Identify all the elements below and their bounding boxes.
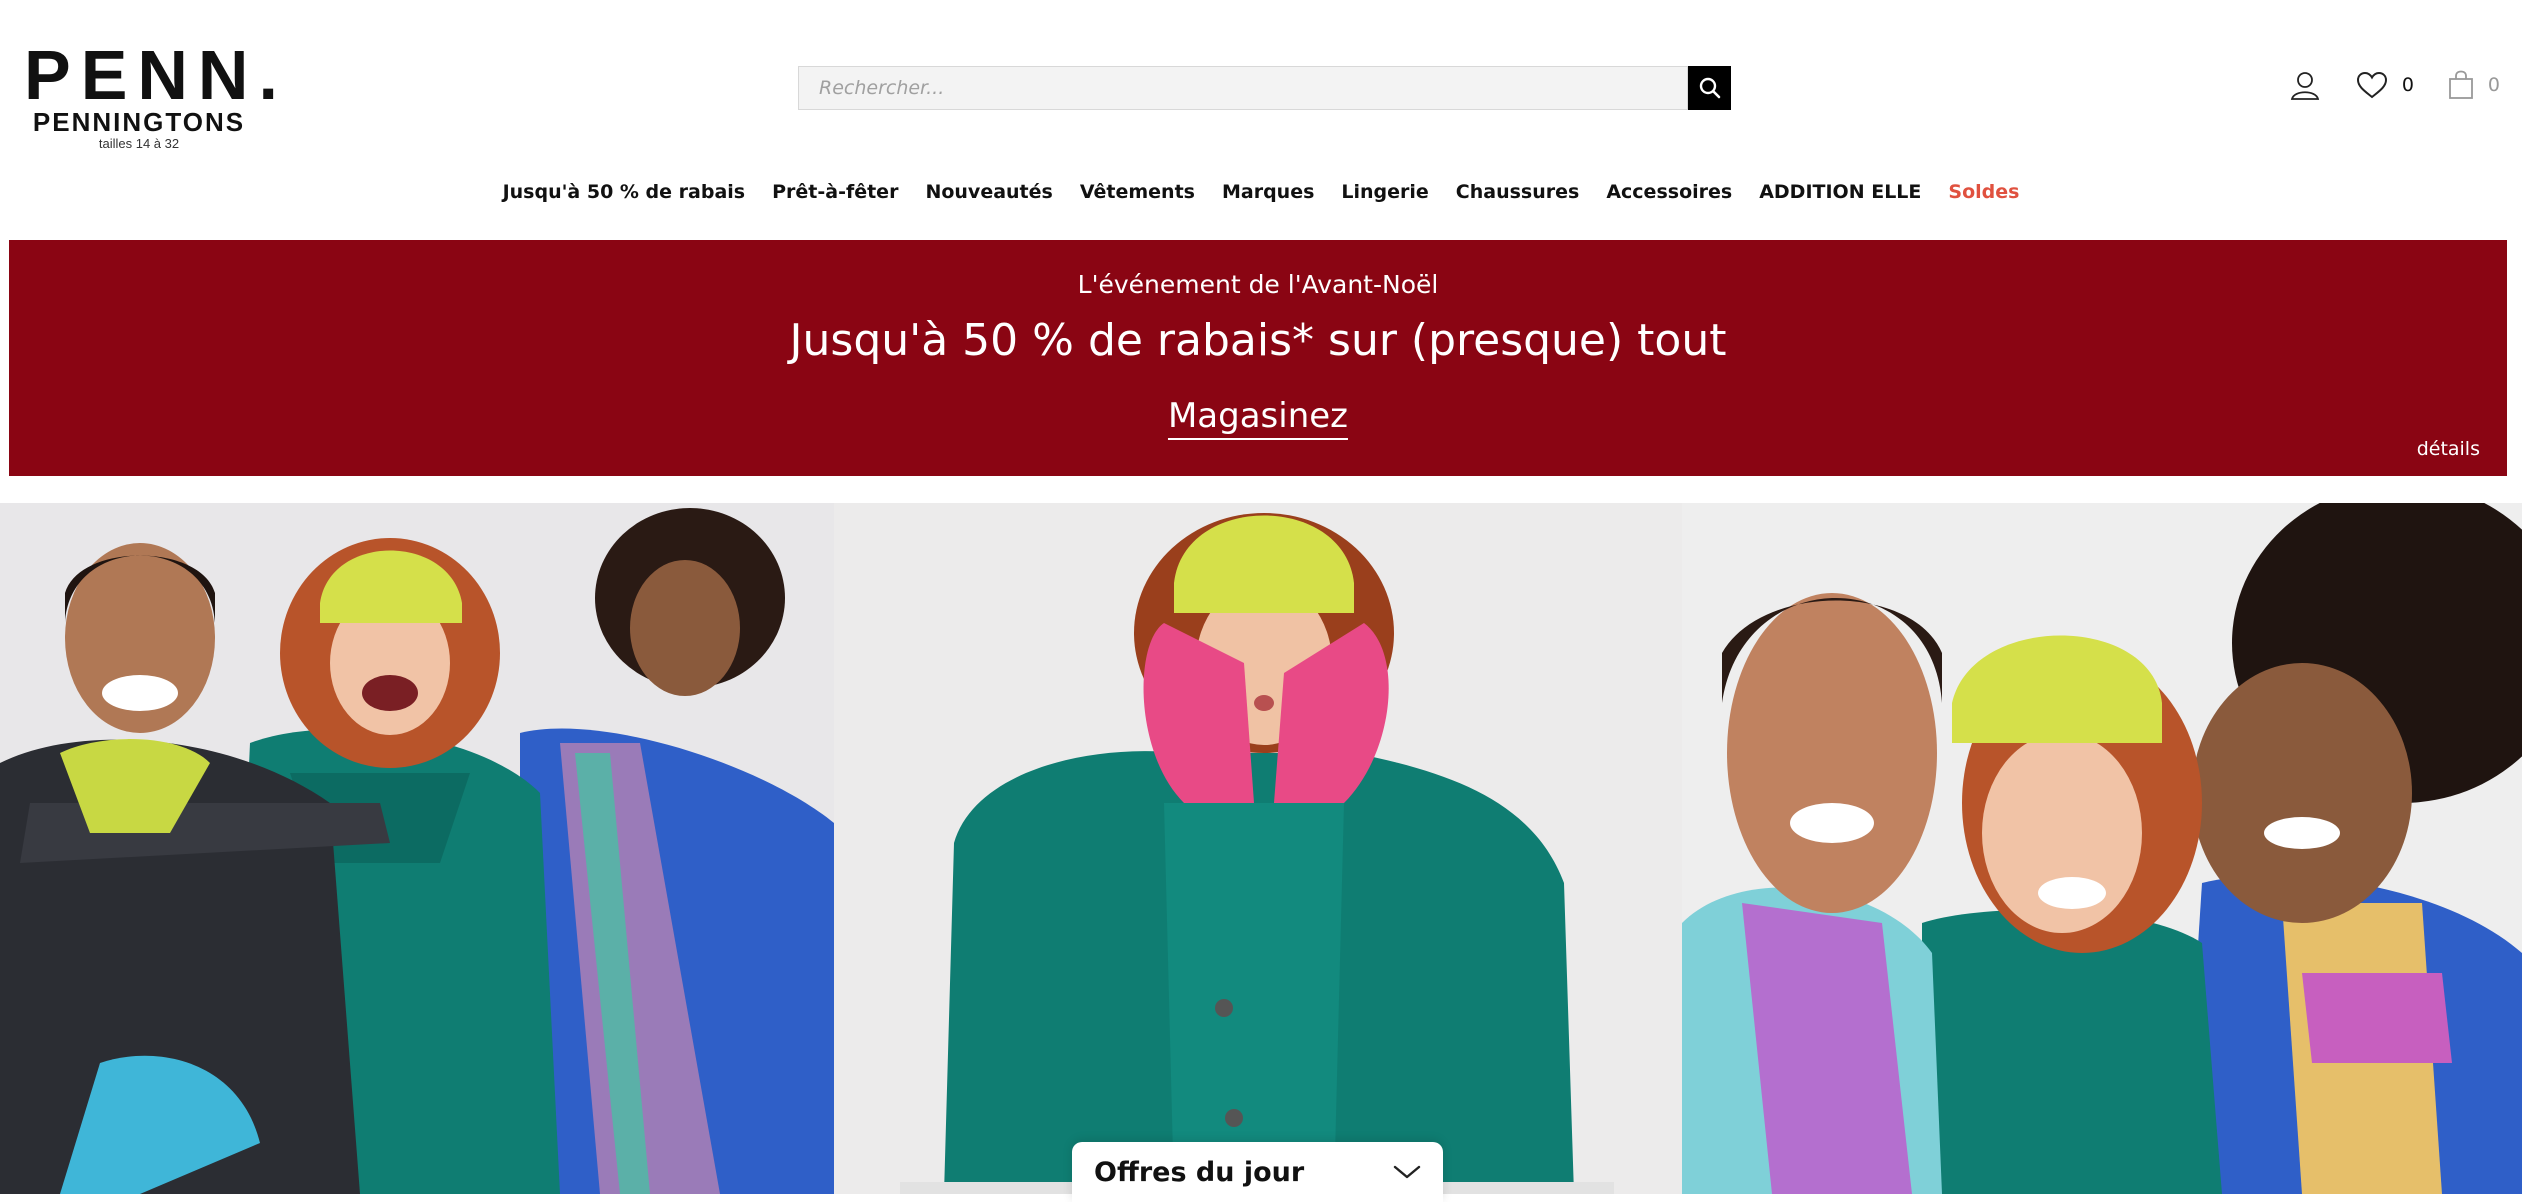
hero-image-laughing-friends[interactable]: [1682, 503, 2522, 1194]
search-input[interactable]: [798, 66, 1688, 110]
account-icon: [2290, 72, 2319, 100]
nav-item-shoes[interactable]: Chaussures: [1442, 181, 1593, 203]
shop-now-link[interactable]: Magasinez: [1167, 396, 1349, 440]
hero-image-group-friends[interactable]: [0, 503, 834, 1194]
hero-photo-right: [1682, 503, 2522, 1194]
details-link[interactable]: détails: [2417, 438, 2480, 460]
wishlist-count: 0: [2401, 74, 2414, 96]
wishlist-button[interactable]: 0: [2356, 71, 2414, 99]
daily-offers-tab[interactable]: Offres du jour: [1072, 1142, 1443, 1202]
cart-button[interactable]: 0: [2448, 70, 2500, 100]
logo-wordmark: PENN.: [24, 36, 288, 114]
banner-headline: Jusqu'à 50 % de rabais* sur (presque) to…: [789, 315, 1727, 366]
search-bar: [798, 66, 1731, 112]
chevron-down-icon: [1393, 1165, 1421, 1179]
nav-item-party-ready[interactable]: Prêt-à-fêter: [759, 181, 912, 203]
nav-item-clothing[interactable]: Vêtements: [1066, 181, 1208, 203]
logo-brand-name: PENNINGTONS: [32, 107, 246, 137]
hero-image-winter-puffer[interactable]: [834, 503, 1682, 1194]
nav-item-up-to-50-off[interactable]: Jusqu'à 50 % de rabais: [489, 181, 759, 203]
nav-item-lingerie[interactable]: Lingerie: [1328, 181, 1442, 203]
account-button[interactable]: [2290, 70, 2320, 100]
hero-photo-center: [834, 503, 1682, 1194]
nav-item-accessories[interactable]: Accessoires: [1593, 181, 1746, 203]
promo-banner: L'événement de l'Avant-Noël Jusqu'à 50 %…: [9, 240, 2507, 476]
main-nav: Jusqu'à 50 % de rabais Prêt-à-fêter Nouv…: [0, 181, 2522, 203]
search-button[interactable]: [1688, 66, 1731, 110]
search-icon: [1699, 77, 1720, 99]
cart-count: 0: [2487, 74, 2500, 96]
logo-tagline: tailles 14 à 32: [98, 136, 180, 151]
nav-item-addition-elle[interactable]: ADDITION ELLE: [1746, 181, 1935, 203]
nav-item-brands[interactable]: Marques: [1208, 181, 1327, 203]
brand-logo[interactable]: PENN. PENNINGTONS tailles 14 à 32: [24, 36, 288, 152]
bag-icon: [2449, 70, 2473, 99]
heart-icon: [2356, 71, 2387, 99]
banner-kicker: L'événement de l'Avant-Noël: [1077, 270, 1439, 299]
nav-item-new-arrivals[interactable]: Nouveautés: [912, 181, 1066, 203]
header-actions: 0 0: [2290, 70, 2500, 100]
daily-offers-label: Offres du jour: [1094, 1156, 1305, 1188]
hero-images: [0, 503, 2522, 1194]
nav-item-sale[interactable]: Soldes: [1935, 181, 2033, 203]
hero-photo-left: [0, 503, 834, 1194]
